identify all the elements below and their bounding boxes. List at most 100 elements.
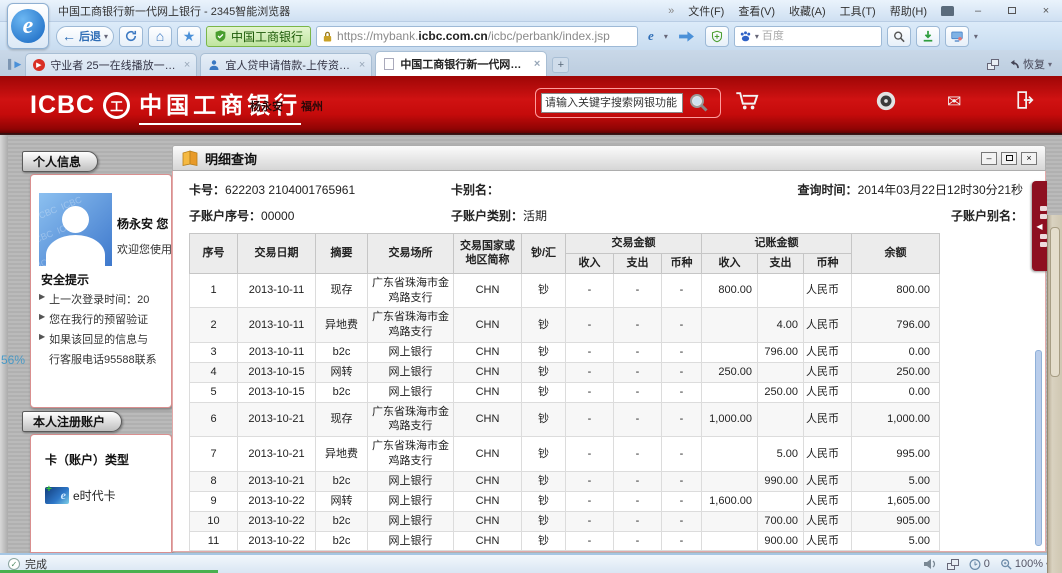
ie-icon: e — [648, 28, 654, 43]
collapse-side-panel-tab[interactable]: ◀ — [1032, 181, 1047, 271]
avatar-body — [46, 235, 105, 266]
security-check-button[interactable] — [704, 25, 729, 47]
ie-dropdown-icon[interactable]: ▾ — [664, 32, 668, 41]
table-cell: CHN — [453, 361, 522, 383]
table-cell: - — [661, 361, 702, 383]
panel-maximize-button[interactable] — [1001, 151, 1017, 165]
panel-window-buttons: – × — [981, 151, 1037, 165]
table-cell: 广东省珠海市金鸡路支行 — [367, 307, 454, 344]
table-cell: CHN — [453, 530, 522, 551]
table-row: 3 2013-10-11 b2c 网上银行 CHN 钞 - - -796.00 人民币 0.00 — [189, 342, 940, 363]
tab-group-icon[interactable] — [986, 58, 999, 70]
broadcast-button[interactable] — [875, 90, 897, 112]
tab-close-icon[interactable]: × — [184, 59, 190, 71]
menu-item[interactable]: 查看(V) — [738, 3, 775, 19]
back-dropdown-icon[interactable]: ▾ — [104, 32, 108, 41]
search-engine-dropdown-icon[interactable]: ▾ — [755, 32, 759, 41]
table-cell: CHN — [453, 307, 522, 344]
mail-button[interactable]: ✉ — [947, 92, 961, 112]
mute-button[interactable] — [923, 558, 937, 570]
table-cell: - — [613, 436, 662, 472]
security-tip: ▶ 如果该回显的信息与 — [39, 331, 171, 347]
security-tip: ▶ 您在我行的预留验证 — [39, 311, 171, 327]
sub-account-seq: 00000 — [261, 209, 295, 223]
tip-bullet-icon: ▶ — [39, 292, 46, 301]
back-button[interactable]: ← 后退 ▾ — [56, 25, 115, 47]
restore-tabs-button[interactable]: 恢复 ▾ — [1007, 56, 1052, 72]
maximize-button[interactable] — [1002, 3, 1022, 18]
new-tab-button[interactable]: + — [552, 57, 570, 73]
site-identity-badge[interactable]: 中国工商银行 — [206, 25, 312, 47]
status-right-tools: 0 100% ▾ — [923, 558, 1054, 571]
background-progress-text: 56% — [1, 353, 26, 367]
table-cell: 2013-10-27 — [237, 550, 316, 551]
table-cell: 5 — [189, 381, 238, 403]
download-button[interactable] — [915, 25, 940, 47]
table-cell: 现存 — [315, 401, 368, 438]
account-card-item[interactable]: e时代卡 — [45, 484, 116, 504]
search-go-button[interactable] — [886, 25, 911, 47]
table-cell: 250.00 — [701, 361, 758, 383]
logout-button[interactable] — [1016, 90, 1034, 110]
browser-logo-icon[interactable]: e — [7, 3, 49, 49]
table-row: 9 2013-10-22 网转 网上银行 CHN 钞 - - -1,600.00 人民币 1,605… — [189, 490, 940, 512]
table-cell: b2c — [315, 381, 368, 403]
refresh-button[interactable] — [119, 25, 144, 47]
bank-search-icon[interactable] — [688, 92, 710, 114]
skin-icon[interactable] — [941, 5, 954, 16]
ie-mode-button[interactable]: e — [643, 26, 659, 47]
tab-close-icon[interactable]: × — [534, 58, 540, 70]
window-switch-icon[interactable] — [946, 558, 959, 570]
home-button[interactable]: ⌂ — [148, 25, 173, 47]
table-cell: 现存 — [315, 272, 368, 309]
query-time: 2014年03月22日12时30分21秒 — [857, 183, 1023, 197]
browser-tab[interactable]: 中国工商银行新一代网上银行 × — [375, 51, 548, 76]
ad-block-counter[interactable]: 0 — [969, 558, 990, 571]
panel-close-button[interactable]: × — [1021, 151, 1037, 165]
menu-overflow-icon[interactable]: » — [668, 5, 674, 17]
sidebar-tab-personal-info[interactable]: 个人信息 — [22, 151, 99, 172]
table-row: 10 2013-10-22 b2c 网上银行 CHN 钞 - - -700.00 人民币 905.0… — [189, 510, 940, 532]
sidebar-tab-registered-accounts[interactable]: 本人注册账户 — [22, 411, 123, 432]
quick-search-box[interactable]: ▾ — [733, 25, 882, 47]
screenshot-button[interactable] — [944, 25, 969, 47]
table-cell — [701, 436, 758, 472]
tab-close-icon[interactable]: × — [359, 59, 365, 71]
table-cell: - — [613, 530, 662, 551]
table-cell: - — [565, 272, 614, 309]
menu-item[interactable]: 工具(T) — [840, 3, 876, 19]
menu-item[interactable]: 收藏(A) — [789, 3, 826, 19]
menu-item[interactable]: 帮助(H) — [890, 3, 927, 19]
panel-minimize-button[interactable]: – — [981, 151, 997, 165]
table-cell: 800.00 — [701, 272, 758, 309]
right-side-panel-edge[interactable] — [1047, 215, 1062, 573]
tab-list-icon[interactable]: ▌▶ — [8, 59, 21, 70]
address-bar[interactable]: https://mybank.icbc.com.cn/icbc/perbank/… — [316, 25, 639, 47]
table-cell: 钞 — [521, 470, 566, 492]
zoom-control[interactable]: 100% ▾ — [1000, 558, 1050, 570]
tip-text: 行客服电话95588联系 — [49, 354, 157, 366]
quick-search-input[interactable] — [761, 30, 848, 42]
favorites-button[interactable]: ★ — [177, 25, 202, 47]
bank-search-box[interactable] — [535, 88, 721, 118]
table-cell: 250.00 — [851, 361, 940, 383]
table-cell: 广东省珠海市金鸡路支行 — [367, 401, 454, 438]
bank-search-input[interactable] — [541, 93, 683, 113]
forward-button[interactable] — [673, 26, 700, 47]
menu-item[interactable]: 文件(F) — [688, 3, 724, 19]
close-button[interactable]: × — [1036, 3, 1056, 18]
browser-tab[interactable]: 宜人贷申请借款-上传资料证明 × — [200, 53, 373, 76]
detail-query-title: 明细查询 — [205, 151, 258, 167]
screenshot-dropdown-icon[interactable]: ▾ — [974, 32, 978, 41]
minimize-button[interactable]: – — [968, 3, 988, 18]
table-cell: - — [661, 490, 702, 512]
panel-scrollbar[interactable] — [1035, 350, 1042, 546]
icbc-header: ICBC 工 中国工商银行 杨永安 福州 ✉ — [0, 76, 1062, 139]
cart-button[interactable] — [735, 90, 761, 112]
shield-icon — [215, 30, 226, 42]
table-cell: 异地费 — [315, 307, 368, 344]
browser-tab[interactable]: ▶ 守业者 25一在线播放一《... × — [25, 53, 198, 76]
table-cell: 990.00 — [757, 470, 804, 492]
table-cell: 异地费 — [315, 436, 368, 472]
restore-dropdown-icon[interactable]: ▾ — [1048, 60, 1052, 69]
